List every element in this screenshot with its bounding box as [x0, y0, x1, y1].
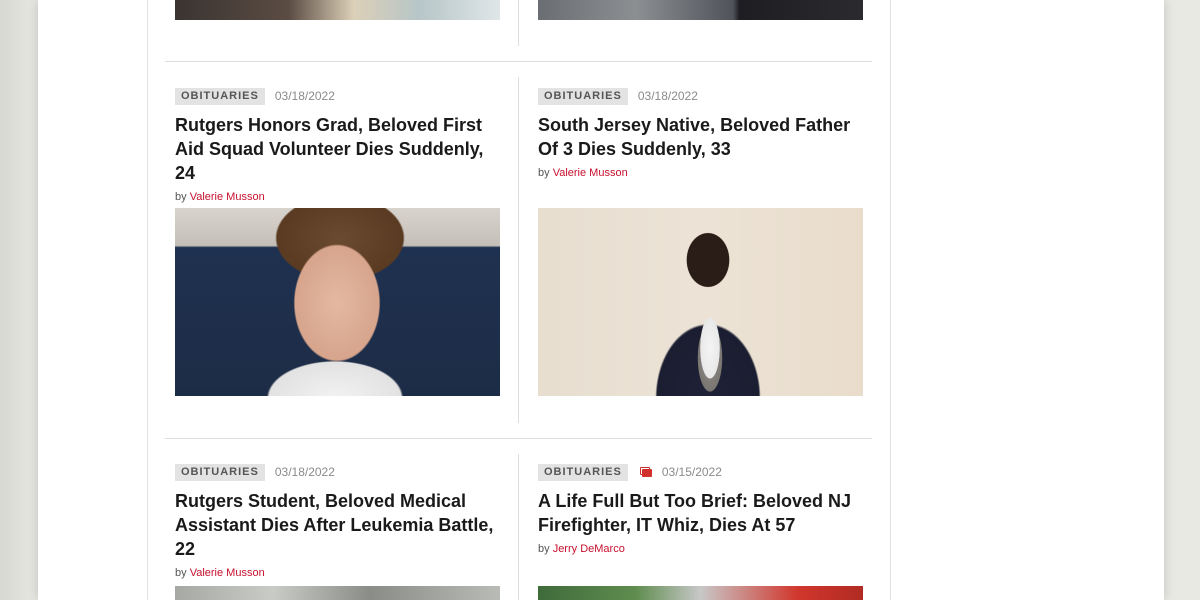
byline: by Valerie Musson [175, 567, 501, 579]
row-divider [165, 61, 872, 62]
author-link[interactable]: Valerie Musson [190, 191, 265, 203]
article-card: OBITUARIES 03/18/2022 Rutgers Honors Gra… [175, 87, 501, 203]
article-title[interactable]: South Jersey Native, Beloved Father Of 3… [538, 113, 864, 161]
byline: by Jerry DeMarco [538, 543, 864, 555]
author-link[interactable]: Jerry DeMarco [553, 543, 625, 555]
article-card: OBITUARIES 03/15/2022 A Life Full But To… [538, 463, 864, 555]
article-photo[interactable] [175, 0, 500, 20]
article-title[interactable]: Rutgers Honors Grad, Beloved First Aid S… [175, 113, 501, 185]
byline: by Valerie Musson [538, 167, 864, 179]
author-link[interactable]: Valerie Musson [553, 167, 628, 179]
article-meta: OBITUARIES 03/18/2022 [175, 463, 501, 481]
row-divider [165, 438, 872, 439]
article-card: OBITUARIES 03/18/2022 Rutgers Student, B… [175, 463, 501, 579]
column-divider [518, 454, 519, 600]
article-meta: OBITUARIES 03/18/2022 [538, 87, 864, 105]
article-photo[interactable] [538, 208, 863, 396]
article-meta: OBITUARIES 03/18/2022 [175, 87, 501, 105]
category-badge[interactable]: OBITUARIES [538, 463, 628, 481]
byline-prefix: by [175, 191, 187, 203]
article-title[interactable]: Rutgers Student, Beloved Medical Assista… [175, 489, 501, 561]
article-date: 03/18/2022 [274, 89, 335, 103]
column-divider [518, 77, 519, 423]
article-photo[interactable] [175, 586, 500, 600]
byline-prefix: by [538, 543, 550, 555]
article-date: 03/18/2022 [274, 465, 335, 479]
category-badge[interactable]: OBITUARIES [175, 463, 265, 481]
page-background [0, 0, 40, 600]
author-link[interactable]: Valerie Musson [190, 567, 265, 579]
article-meta: OBITUARIES 03/15/2022 [538, 463, 864, 481]
article-card: OBITUARIES 03/18/2022 South Jersey Nativ… [538, 87, 864, 179]
article-title[interactable]: A Life Full But Too Brief: Beloved NJ Fi… [538, 489, 864, 537]
article-date: 03/18/2022 [637, 89, 698, 103]
article-date: 03/15/2022 [661, 465, 722, 479]
byline-prefix: by [538, 167, 550, 179]
byline: by Valerie Musson [175, 191, 501, 203]
category-badge[interactable]: OBITUARIES [175, 87, 265, 105]
column-divider [518, 0, 519, 46]
byline-prefix: by [175, 567, 187, 579]
article-photo[interactable] [538, 586, 863, 600]
article-photo[interactable] [538, 0, 863, 20]
photo-gallery-icon [639, 467, 652, 477]
category-badge[interactable]: OBITUARIES [538, 87, 628, 105]
article-photo[interactable] [175, 208, 500, 396]
